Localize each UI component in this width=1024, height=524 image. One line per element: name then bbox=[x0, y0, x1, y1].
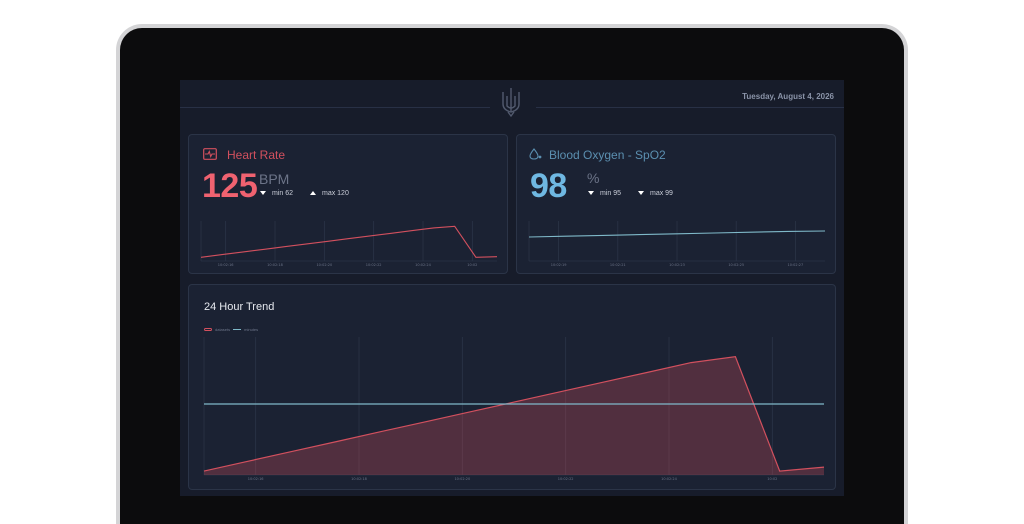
spo2-chart: 10:02:19 10:02:21 10:02:23 10:02:25 10:02:27 bbox=[528, 221, 826, 267]
legend-swatch-datasets bbox=[204, 328, 212, 331]
trident-icon bbox=[502, 88, 520, 118]
header-divider-right bbox=[536, 107, 844, 108]
arrow-up-icon bbox=[310, 191, 316, 196]
droplet-icon bbox=[529, 148, 542, 160]
heart-rate-max-label: max 120 bbox=[322, 190, 349, 197]
x-tick-label: 10:02 bbox=[767, 477, 777, 481]
top-bar: Tuesday, August 4, 2026 bbox=[180, 80, 844, 120]
dashboard-screen: Tuesday, August 4, 2026 Heart Rate 125 B… bbox=[180, 80, 844, 496]
x-tick-label: 10:02:16 bbox=[218, 263, 234, 267]
x-tick-label: 10:02:19 bbox=[551, 263, 567, 267]
legend-label-minutes: minutes bbox=[244, 327, 259, 332]
x-tick-label: 10:02:18 bbox=[351, 477, 367, 481]
x-tick-label: 10:02:20 bbox=[454, 477, 470, 481]
x-tick-label: 10:02:22 bbox=[558, 477, 574, 481]
spo2-title: Blood Oxygen - SpO2 bbox=[549, 148, 666, 162]
heart-rate-min: min 62 bbox=[260, 190, 293, 197]
heart-rate-unit: BPM bbox=[259, 171, 290, 187]
header-divider-left bbox=[180, 107, 490, 108]
heart-rate-card: Heart Rate 125 BPM min 62 max 120 10:02:… bbox=[188, 134, 508, 274]
x-tick-label: 10:02:20 bbox=[316, 263, 332, 267]
x-tick-label: 10:02:24 bbox=[661, 477, 677, 481]
arrow-down-icon bbox=[588, 191, 594, 196]
x-tick-label: 10:02:21 bbox=[610, 263, 626, 267]
current-date: Tuesday, August 4, 2026 bbox=[742, 92, 834, 101]
x-tick-label: 10:02:18 bbox=[267, 263, 283, 267]
spo2-card: Blood Oxygen - SpO2 98 % min 95 max 99 1… bbox=[516, 134, 836, 274]
heart-monitor-icon bbox=[203, 148, 217, 160]
legend-swatch-minutes bbox=[233, 329, 242, 330]
heart-rate-title: Heart Rate bbox=[227, 148, 286, 162]
heart-rate-min-label: min 62 bbox=[272, 190, 294, 197]
x-tick-label: 10:02:22 bbox=[366, 263, 382, 267]
heart-rate-value: 125 bbox=[202, 167, 258, 205]
series-area-datasets bbox=[204, 356, 824, 475]
heart-rate-max: max 120 bbox=[310, 190, 349, 197]
x-tick-label: 10:02:24 bbox=[415, 263, 431, 267]
trend-chart: 10:02:16 10:02:18 10:02:20 10:02:22 10:02:24… bbox=[203, 337, 825, 481]
x-tick-label: 10:02:25 bbox=[728, 263, 744, 267]
trend-legend: datasets minutes bbox=[204, 327, 258, 332]
spo2-min-label: min 95 bbox=[600, 190, 622, 197]
spo2-max: max 99 bbox=[638, 190, 673, 197]
x-tick-label: 10:02:23 bbox=[669, 263, 685, 267]
spo2-min: min 95 bbox=[588, 190, 621, 197]
legend-label-datasets: datasets bbox=[215, 327, 231, 332]
spo2-unit: % bbox=[587, 170, 600, 186]
x-tick-label: 10:02 bbox=[467, 263, 477, 267]
spo2-value: 98 bbox=[530, 167, 567, 205]
x-tick-label: 10:02:27 bbox=[788, 263, 804, 267]
x-tick-label: 10:02:16 bbox=[248, 477, 264, 481]
arrow-down-icon bbox=[638, 191, 644, 196]
spo2-max-label: max 99 bbox=[650, 190, 673, 197]
series-line-0 bbox=[200, 225, 498, 258]
trend-card: 24 Hour Trend datasets minutes 10:02:16 1… bbox=[188, 284, 836, 490]
heart-rate-chart: 10:02:16 10:02:18 10:02:20 10:02:22 10:02:24… bbox=[200, 221, 498, 267]
arrow-down-icon bbox=[260, 191, 266, 196]
trend-title: 24 Hour Trend bbox=[204, 301, 275, 313]
